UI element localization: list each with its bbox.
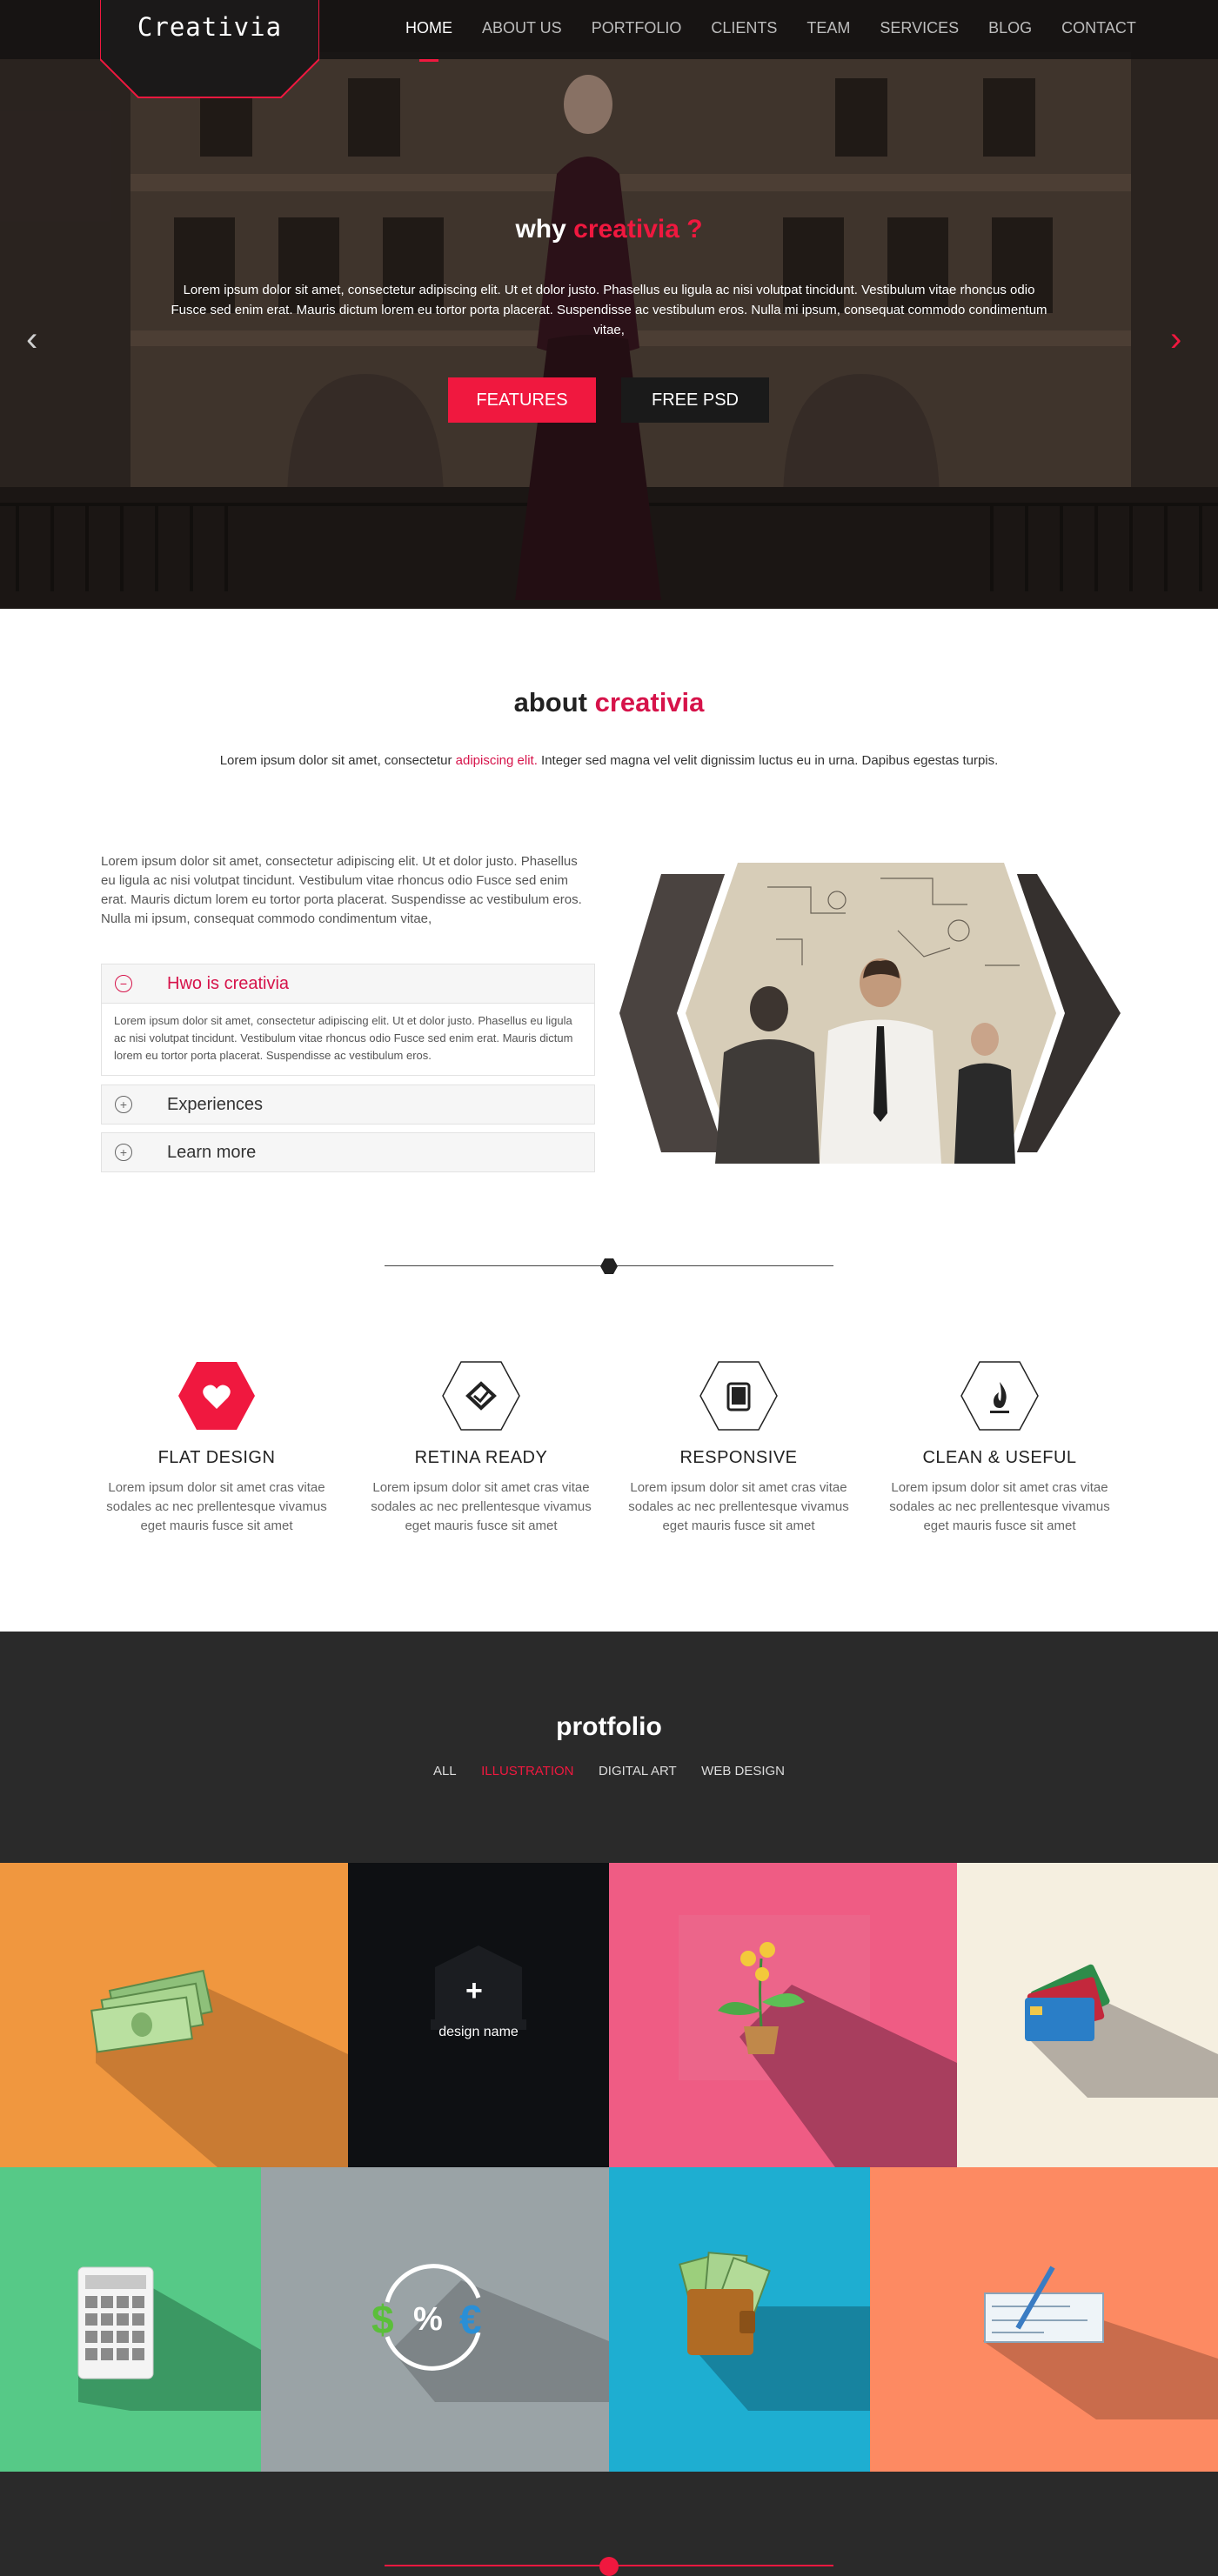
about-lead-highlight: adipiscing elit. xyxy=(455,753,538,768)
flame-icon xyxy=(960,1361,1039,1431)
about-lead: Lorem ipsum dolor sit amet, consectetur … xyxy=(0,753,1218,768)
portfolio-tile[interactable] xyxy=(0,1863,348,2167)
feature-title: FLAT DESIGN xyxy=(157,1448,276,1467)
features-button[interactable]: FEATURES xyxy=(448,377,596,423)
filter-web-design[interactable]: WEB DESIGN xyxy=(701,1764,785,1779)
dollar-symbol: $ xyxy=(371,2297,394,2342)
nav-home[interactable]: HOME xyxy=(405,19,452,62)
portfolio-tile[interactable] xyxy=(609,1863,957,2167)
wallet-icon xyxy=(679,2252,870,2411)
portfolio-filters: ALL ILLUSTRATION DIGITAL ART WEB DESIGN xyxy=(0,1764,1218,1779)
diamond-check-icon xyxy=(442,1361,520,1431)
portfolio-tile-hover[interactable]: + design name xyxy=(348,1863,609,2167)
accordion-header[interactable]: − Hwo is creativia xyxy=(102,964,594,1003)
feature-flat-design: FLAT DESIGN Lorem ipsum dolor sit amet c… xyxy=(95,1361,338,1536)
about-title-accent: creativia xyxy=(594,687,705,717)
hero-slider: Creativia HOME ABOUT US PORTFOLIO CLIENT… xyxy=(0,0,1218,609)
nav-portfolio[interactable]: PORTFOLIO xyxy=(592,19,682,37)
plus-circle-icon[interactable]: + xyxy=(115,1144,132,1161)
about-title-prefix: about xyxy=(513,687,587,717)
portfolio-tile[interactable]: $ % € xyxy=(261,2167,609,2472)
tile-caption: design name xyxy=(438,2025,519,2039)
feature-responsive: RESPONSIVE Lorem ipsum dolor sit amet cr… xyxy=(617,1361,860,1536)
calculator-icon xyxy=(77,2266,261,2411)
bank-icon xyxy=(431,1945,526,2030)
accordion-label: Hwo is creativia xyxy=(167,973,290,993)
nav-clients[interactable]: CLIENTS xyxy=(711,19,777,37)
feature-text: Lorem ipsum dolor sit amet cras vitae so… xyxy=(371,1480,592,1533)
hero-title: why creativia ? xyxy=(0,215,1218,244)
accordion-header[interactable]: + Learn more xyxy=(102,1133,594,1171)
nav-blog[interactable]: BLOG xyxy=(988,19,1032,37)
about-title: about creativia xyxy=(0,687,1218,718)
feature-text: Lorem ipsum dolor sit amet cras vitae so… xyxy=(628,1480,849,1533)
footer-divider-dot xyxy=(599,2557,619,2576)
nav-services[interactable]: SERVICES xyxy=(880,19,959,37)
percent-symbol: % xyxy=(413,2301,443,2338)
feature-retina-ready: RETINA READY Lorem ipsum dolor sit amet … xyxy=(359,1361,603,1536)
check-pen-icon xyxy=(983,2266,1218,2419)
accordion-item-learn-more[interactable]: + Learn more xyxy=(101,1132,595,1172)
portfolio-tile[interactable] xyxy=(870,2167,1218,2472)
accordion-item-who-is[interactable]: − Hwo is creativia Lorem ipsum dolor sit… xyxy=(101,964,595,1076)
about-lead-after: Integer sed magna vel velit dignissim lu… xyxy=(537,753,999,768)
minus-circle-icon[interactable]: − xyxy=(115,975,132,992)
accordion-body: Lorem ipsum dolor sit amet, consectetur … xyxy=(102,1003,594,1075)
filter-digital-art[interactable]: DIGITAL ART xyxy=(599,1764,677,1779)
divider-hexagon-icon xyxy=(600,1258,618,1274)
hero-title-prefix: why xyxy=(515,215,566,244)
nav-team[interactable]: TEAM xyxy=(806,19,850,37)
money-plant-icon xyxy=(679,1915,957,2167)
feature-clean-useful: CLEAN & USEFUL Lorem ipsum dolor sit ame… xyxy=(878,1361,1121,1536)
slider-prev-icon[interactable]: ‹ xyxy=(26,320,37,359)
about-lead-before: Lorem ipsum dolor sit amet, consectetur xyxy=(219,753,456,768)
slider-next-icon[interactable]: › xyxy=(1170,320,1181,359)
accordion-label: Experiences xyxy=(167,1094,264,1114)
nav-contact[interactable]: CONTACT xyxy=(1061,19,1136,37)
tablet-icon xyxy=(699,1361,778,1431)
euro-symbol: € xyxy=(459,2297,482,2342)
plus-circle-icon[interactable]: + xyxy=(115,1096,132,1113)
hero-title-accent: creativia ? xyxy=(573,215,703,244)
feature-title: RESPONSIVE xyxy=(679,1448,798,1467)
portfolio-section: protfolio ALL ILLUSTRATION DIGITAL ART W… xyxy=(0,1632,1218,2576)
feature-title: CLEAN & USEFUL xyxy=(922,1448,1077,1467)
feature-text: Lorem ipsum dolor sit amet cras vitae so… xyxy=(106,1480,327,1533)
hero-text: Lorem ipsum dolor sit amet, consectetur … xyxy=(171,283,1047,337)
free-psd-button[interactable]: FREE PSD xyxy=(621,377,769,423)
filter-illustration[interactable]: ILLUSTRATION xyxy=(481,1764,573,1779)
about-hexagon-image xyxy=(619,857,1121,1170)
feature-title: RETINA READY xyxy=(414,1448,548,1467)
accordion-item-experiences[interactable]: + Experiences xyxy=(101,1084,595,1124)
cash-stack-icon xyxy=(90,1969,348,2167)
heart-icon xyxy=(178,1362,255,1430)
credit-cards-icon xyxy=(1025,1964,1218,2098)
zoom-plus-icon[interactable]: + xyxy=(465,1974,483,2008)
portfolio-tile[interactable] xyxy=(0,2167,261,2472)
about-paragraph: Lorem ipsum dolor sit amet, consectetur … xyxy=(101,854,582,926)
accordion-header[interactable]: + Experiences xyxy=(102,1085,594,1124)
page: Creativia HOME ABOUT US PORTFOLIO CLIENT… xyxy=(0,0,1218,2576)
portfolio-title: protfolio xyxy=(556,1712,662,1741)
portfolio-tile[interactable] xyxy=(957,1863,1218,2167)
main-nav: HOME ABOUT US PORTFOLIO CLIENTS TEAM SER… xyxy=(405,19,1166,62)
logo-text[interactable]: Creativia xyxy=(100,12,319,42)
nav-about-us[interactable]: ABOUT US xyxy=(482,19,562,37)
feature-text: Lorem ipsum dolor sit amet cras vitae so… xyxy=(889,1480,1110,1533)
accordion-label: Learn more xyxy=(167,1142,257,1162)
portfolio-tile[interactable] xyxy=(609,2167,870,2472)
filter-all[interactable]: ALL xyxy=(433,1764,457,1779)
